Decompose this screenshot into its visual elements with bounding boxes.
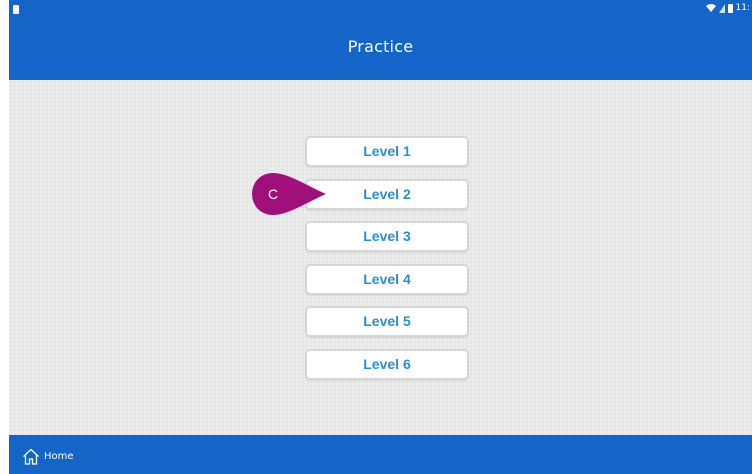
page-title: Practice (347, 37, 414, 56)
wifi-icon (705, 4, 716, 12)
signal-icon (718, 3, 725, 13)
battery-icon (727, 3, 733, 13)
status-icons: 11: (705, 3, 750, 13)
level-2-button[interactable]: Level 2 (305, 178, 469, 210)
bottom-bar: Home (9, 435, 752, 474)
level-1-button[interactable]: Level 1 (305, 136, 469, 167)
home-label: Home (44, 450, 74, 462)
level-6-button[interactable]: Level 6 (305, 348, 469, 380)
level-list: Level 1 Level 2 Level 3 Level 4 Level 5 … (305, 136, 469, 391)
level-4-button[interactable]: Level 4 (305, 263, 469, 295)
notification-icon (13, 5, 19, 14)
app-bar: Practice (9, 20, 752, 80)
home-button[interactable]: Home (22, 447, 74, 465)
status-time: 11: (735, 3, 750, 13)
callout-letter: C (267, 186, 279, 202)
status-bar: 11: (9, 0, 752, 20)
home-icon (23, 448, 39, 465)
callout-marker: C (252, 173, 326, 215)
level-5-button[interactable]: Level 5 (305, 306, 469, 337)
window-frame (0, 0, 9, 474)
level-3-button[interactable]: Level 3 (305, 221, 469, 252)
